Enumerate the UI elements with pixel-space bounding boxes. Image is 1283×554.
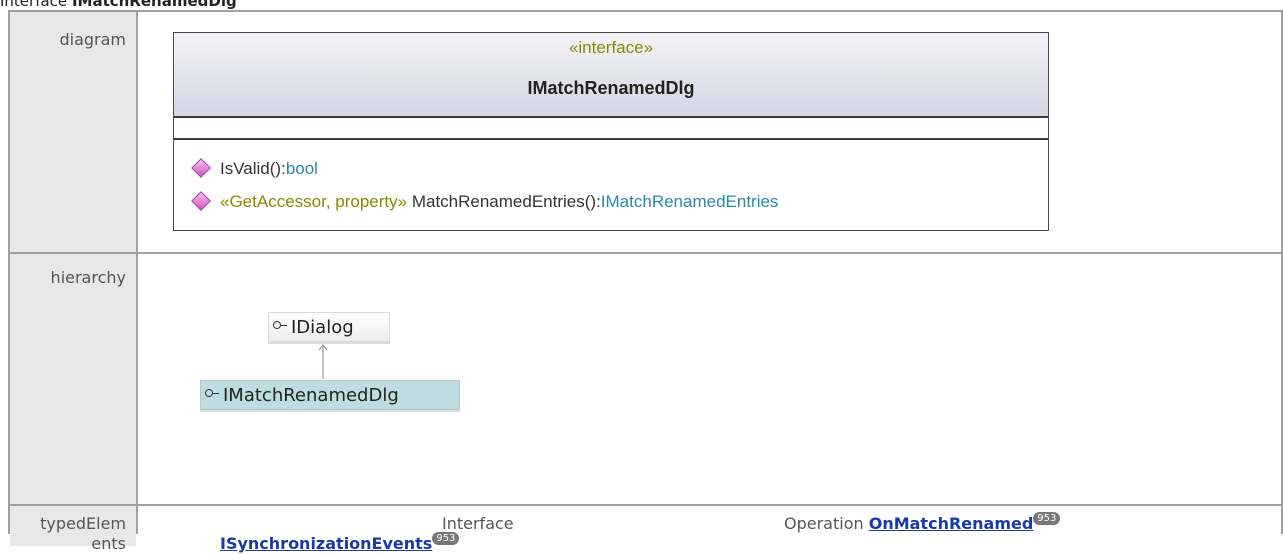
uml-operation[interactable]: «GetAccessor, property» MatchRenamedEntr… bbox=[190, 190, 778, 214]
interface-lollipop-icon bbox=[205, 389, 219, 399]
operation-name: IsValid(): bbox=[220, 159, 286, 178]
hierarchy-parent-name: IDialog bbox=[291, 317, 354, 338]
operation-type: IMatchRenamedEntries bbox=[600, 192, 779, 211]
diagram-row-label: diagram bbox=[10, 12, 136, 252]
interface-lollipop-icon bbox=[273, 321, 287, 331]
operation-stereotype: «GetAccessor, property» bbox=[220, 192, 408, 211]
hierarchy-row-label: hierarchy bbox=[10, 254, 136, 504]
uml-class-box[interactable]: «interface» IMatchRenamedDlg IsValid():b… bbox=[173, 32, 1049, 231]
hierarchy-node-current[interactable]: IMatchRenamedDlg bbox=[200, 380, 460, 410]
badge-count: 953 bbox=[1033, 512, 1061, 525]
typed-operation-wrapper: Operation OnMatchRenamed 953 bbox=[784, 512, 1061, 533]
uml-operation[interactable]: IsValid():bool bbox=[190, 157, 318, 181]
page-title-prefix: Interface bbox=[0, 0, 68, 10]
hierarchy-child-name: IMatchRenamedDlg bbox=[223, 385, 399, 406]
typed-kind-interface: Interface bbox=[442, 514, 514, 533]
operation-type: bool bbox=[285, 159, 318, 178]
uml-header: «interface» IMatchRenamedDlg bbox=[174, 33, 1048, 118]
typed-elements-label-line-1: typedElem bbox=[40, 514, 126, 533]
properties-table: diagram «interface» IMatchRenamedDlg IsV… bbox=[8, 10, 1283, 553]
typed-kind-operation: Operation bbox=[784, 514, 864, 533]
uml-attributes-compartment bbox=[174, 118, 1048, 140]
link-isynchronizationevents[interactable]: ISynchronizationEvents bbox=[220, 534, 432, 553]
link-onmatchrenamed[interactable]: OnMatchRenamed bbox=[869, 514, 1034, 533]
uml-class-name: IMatchRenamedDlg bbox=[527, 78, 695, 98]
typed-elements-row-label: typedElem ents bbox=[10, 506, 136, 553]
hierarchy-cell: IDialog IMatchRenamedDlg bbox=[138, 254, 1281, 504]
operation-name: MatchRenamedEntries(): bbox=[411, 192, 601, 211]
diagram-cell: «interface» IMatchRenamedDlg IsValid():b… bbox=[138, 12, 1281, 252]
uml-stereotype: «interface» bbox=[568, 38, 654, 57]
inheritance-arrow bbox=[318, 344, 328, 379]
page-title-name: IMatchRenamedDlg bbox=[71, 0, 237, 10]
hierarchy-node-parent[interactable]: IDialog bbox=[268, 312, 390, 342]
typed-elements-cell: Interface ISynchronizationEvents 953 Oper… bbox=[138, 506, 1281, 553]
operation-diamond-icon bbox=[191, 157, 211, 178]
operation-diamond-icon bbox=[191, 190, 211, 211]
typed-elements-label-line-2: ents bbox=[91, 534, 126, 553]
typed-link-wrapper: ISynchronizationEvents 953 bbox=[220, 532, 460, 553]
